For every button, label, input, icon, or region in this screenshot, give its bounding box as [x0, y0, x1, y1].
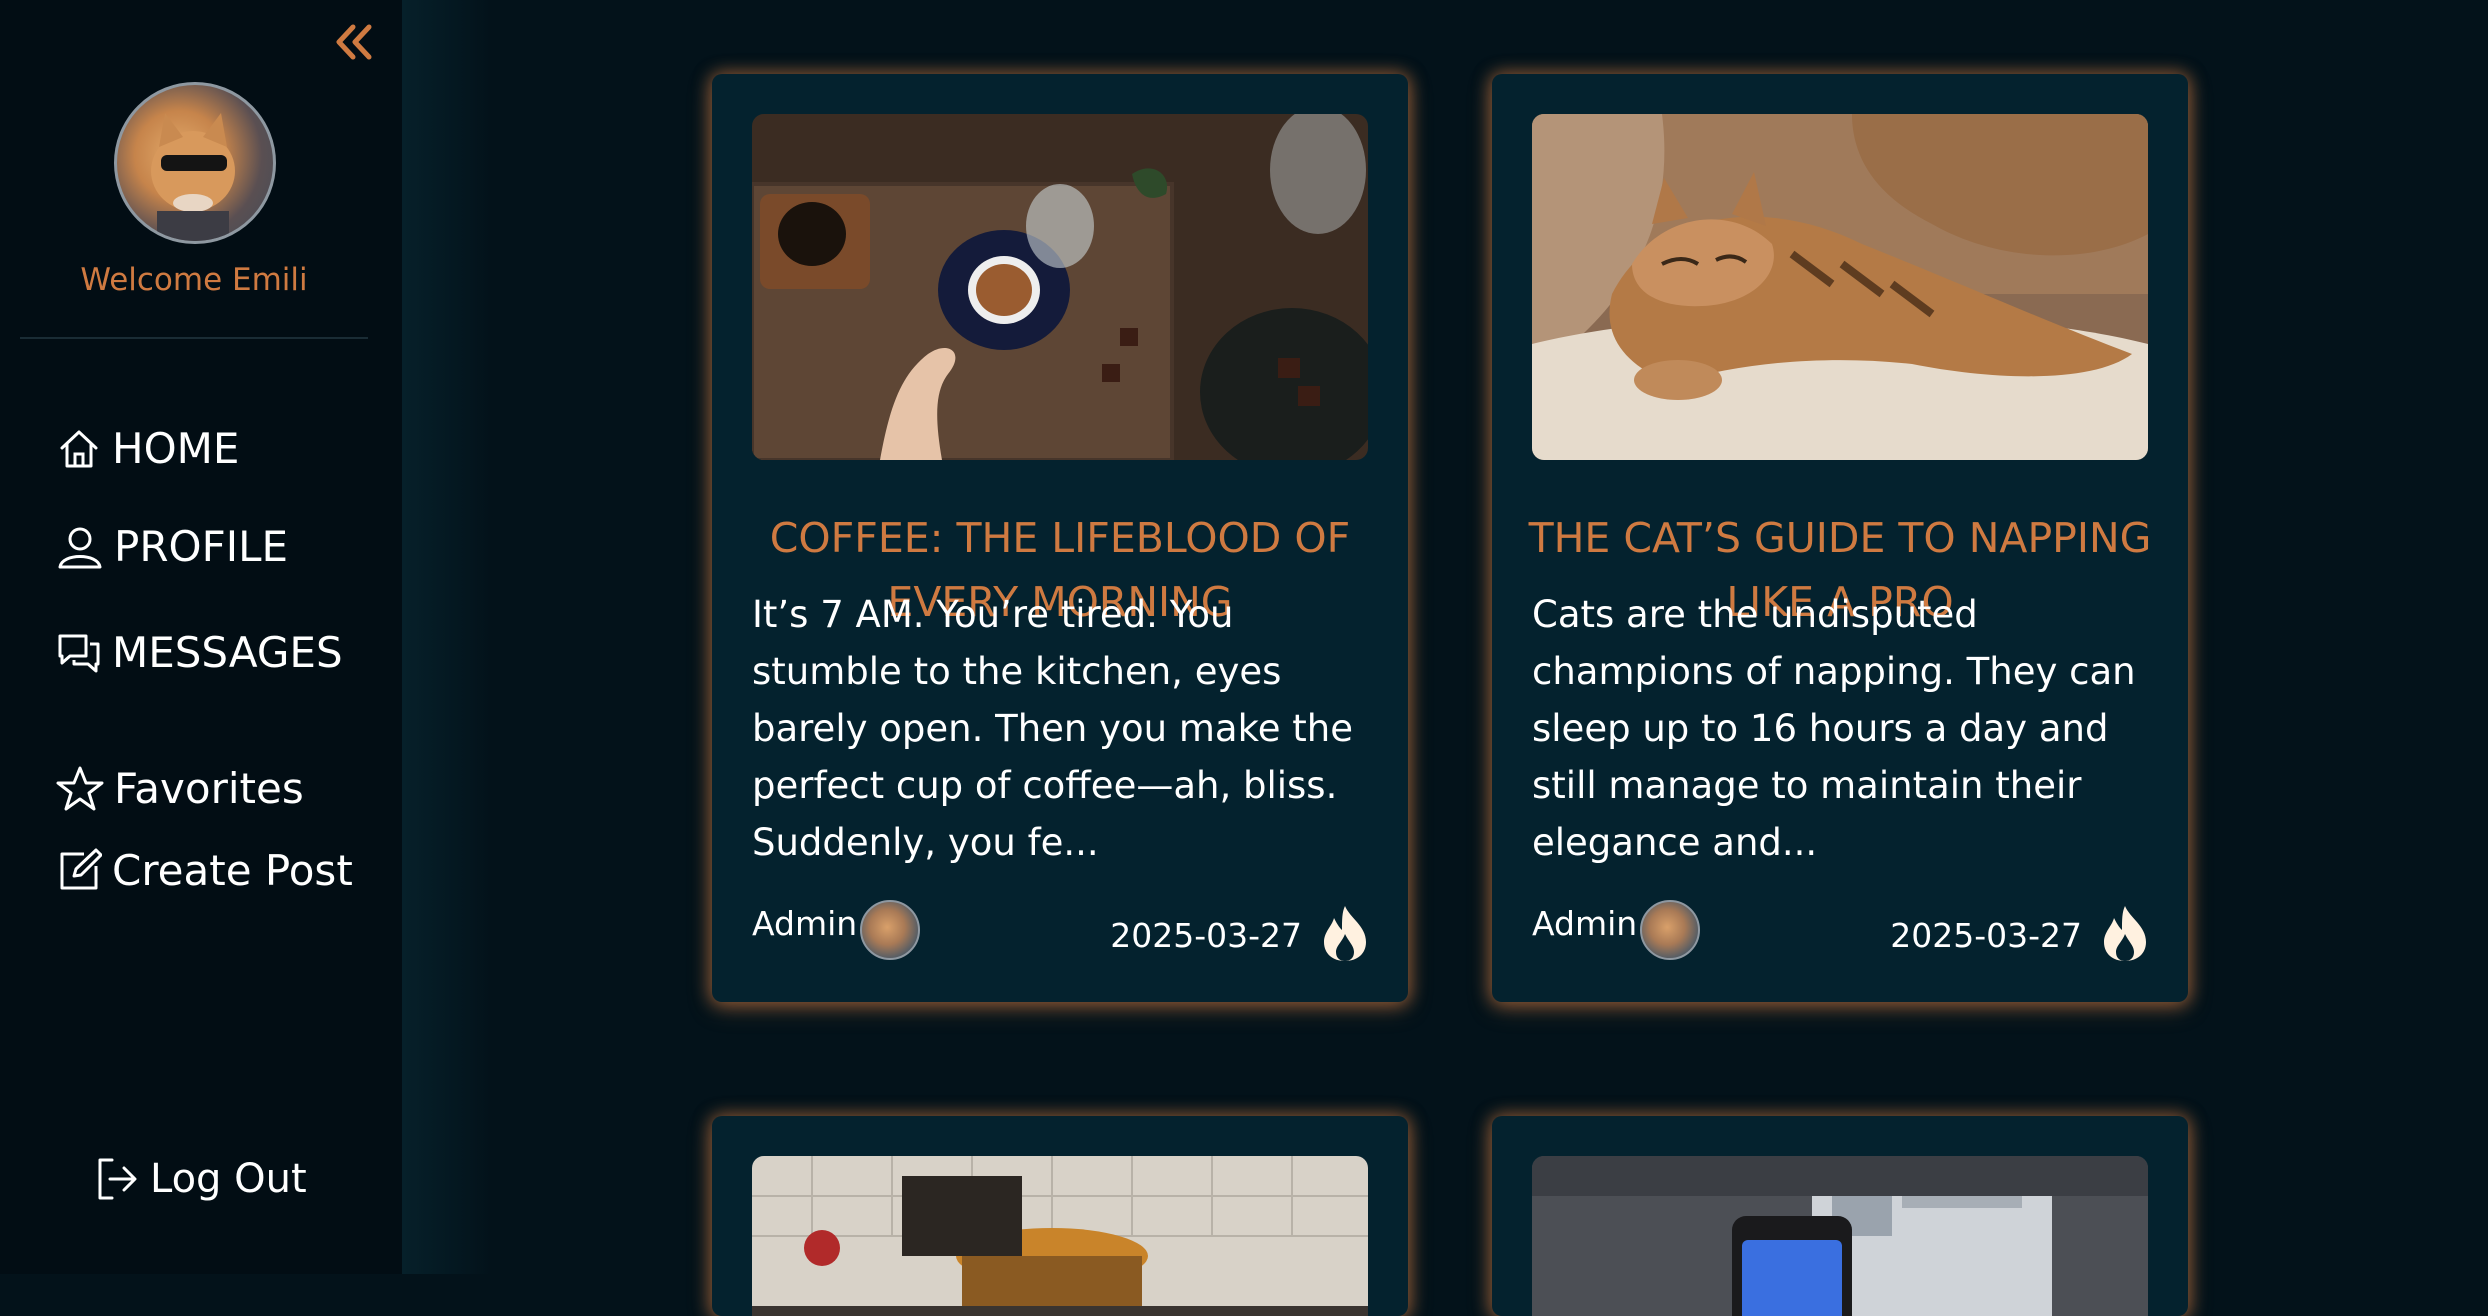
logout-label: Log Out	[150, 1156, 307, 1202]
logout-icon	[98, 1158, 137, 1200]
author-avatar[interactable]	[860, 900, 920, 960]
nav-item-home[interactable]: HOME	[56, 424, 239, 473]
user-icon	[58, 527, 102, 568]
nav-item-label: Favorites	[114, 764, 304, 813]
logout-button[interactable]: Log Out	[94, 1156, 307, 1202]
nav-item-label: HOME	[112, 424, 240, 473]
post-excerpt: Cats are the undisputed champions of nap…	[1532, 593, 2136, 864]
nav-item-label: Create Post	[112, 846, 353, 895]
star-icon	[56, 766, 104, 810]
nav-item-messages[interactable]: MESSAGES	[56, 628, 343, 677]
nav-item-profile[interactable]: PROFILE	[56, 522, 288, 571]
collapse-sidebar-button[interactable]	[332, 18, 376, 66]
edit-icon	[60, 848, 102, 889]
sidebar: Welcome Emili HOME PROFILE MESSAGES Favo…	[0, 0, 403, 1274]
post-author: Admin	[752, 904, 858, 943]
post-image[interactable]	[1532, 1156, 2148, 1316]
flame-icon[interactable]	[2100, 904, 2150, 962]
post-date: 2025-03-27	[1890, 916, 2082, 955]
post-date: 2025-03-27	[1110, 916, 1302, 955]
post-card[interactable]	[712, 1116, 1408, 1316]
user-avatar[interactable]	[114, 82, 276, 244]
post-card[interactable]: THE CAT’S GUIDE TO NAPPING LIKE A PRO Ca…	[1492, 74, 2188, 1002]
chat-icon	[58, 634, 100, 672]
post-author: Admin	[1532, 904, 1638, 943]
sidebar-divider	[20, 337, 368, 339]
nav-item-favorites[interactable]: Favorites	[56, 764, 304, 813]
author-avatar[interactable]	[1640, 900, 1700, 960]
cat-avatar-image	[151, 113, 235, 241]
post-card[interactable]	[1492, 1116, 2188, 1316]
nav-item-create-post[interactable]: Create Post	[56, 846, 353, 895]
welcome-text: Welcome Emili	[80, 262, 308, 298]
nav-item-label: PROFILE	[114, 522, 289, 571]
house-icon	[60, 430, 98, 467]
post-image[interactable]	[1532, 114, 2148, 460]
flame-icon[interactable]	[1320, 904, 1370, 962]
double-chevron-left-icon	[336, 24, 372, 60]
nav-item-label: MESSAGES	[112, 628, 343, 677]
post-card[interactable]: COFFEE: THE LIFEBLOOD OF EVERY MORNING I…	[712, 74, 1408, 1002]
post-image[interactable]	[752, 1156, 1368, 1316]
post-image[interactable]	[752, 114, 1368, 460]
sidebar-shadow	[402, 0, 492, 1274]
post-excerpt: It’s 7 AM. You’re tired. You stumble to …	[752, 593, 1353, 864]
